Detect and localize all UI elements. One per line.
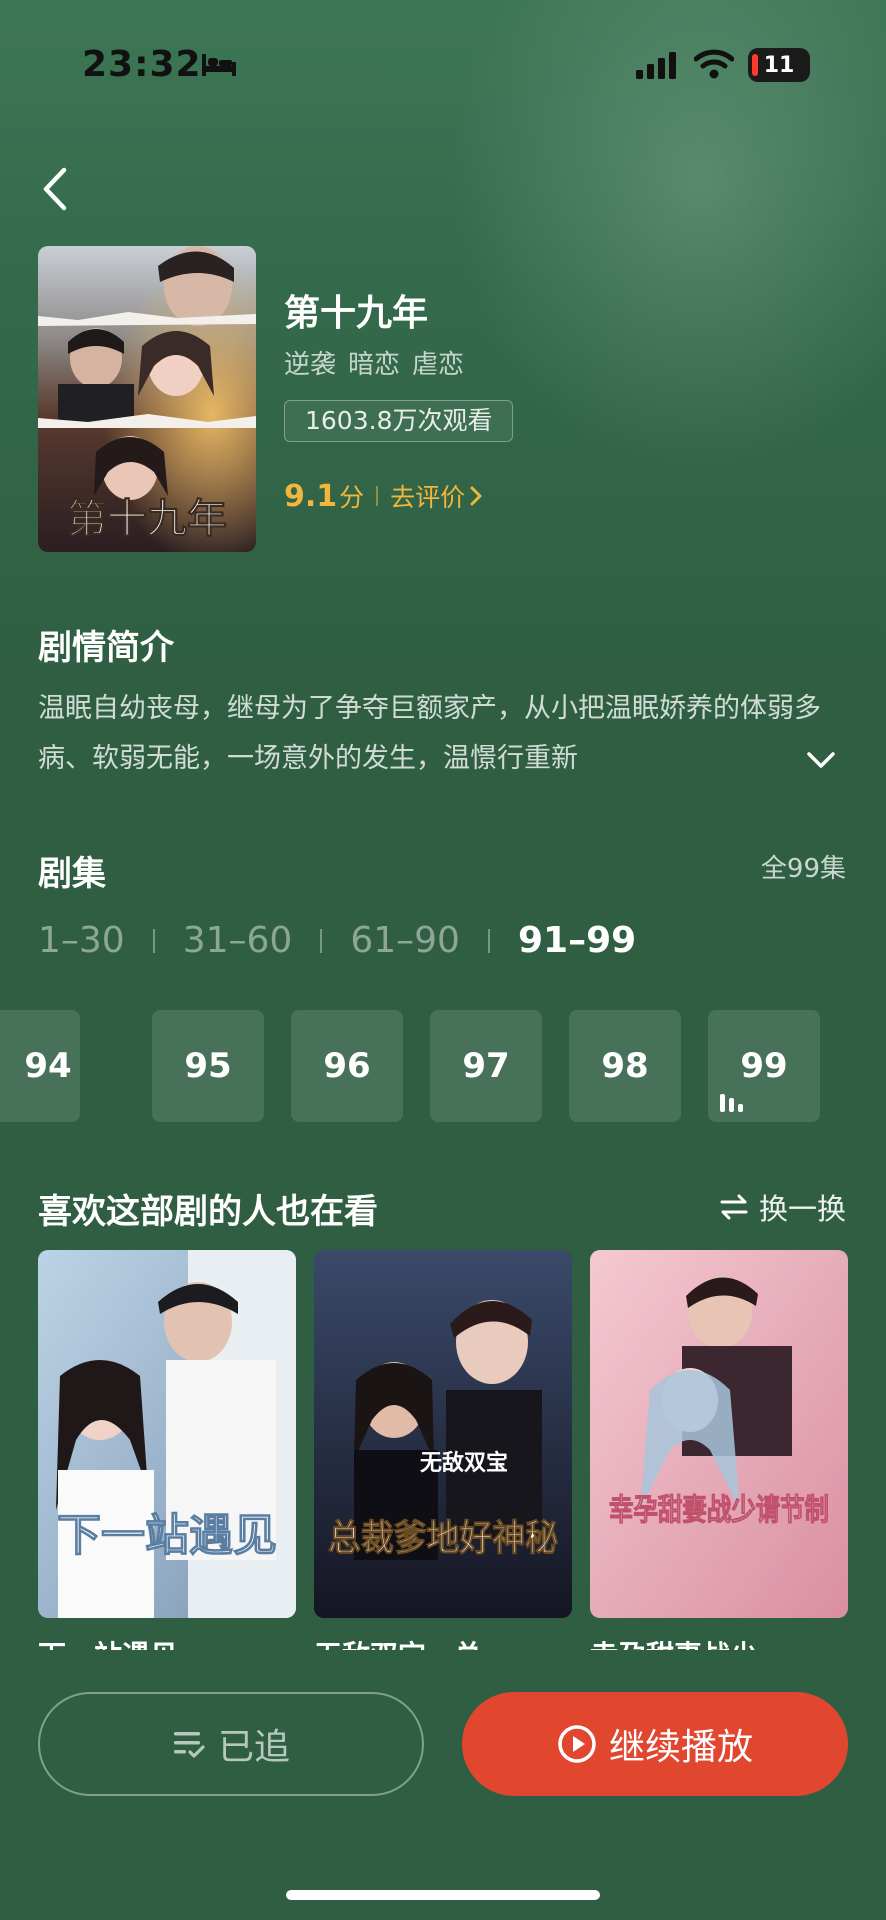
continue-play-button[interactable]: 继续播放 bbox=[462, 1692, 848, 1796]
home-indicator[interactable] bbox=[286, 1890, 600, 1900]
follow-label: 已追 bbox=[217, 1727, 290, 1768]
episode-button[interactable]: 98 bbox=[569, 1010, 681, 1122]
back-icon[interactable] bbox=[36, 162, 76, 216]
recommend-poster: 无敌双宝 总裁爹地好神秘 bbox=[314, 1250, 572, 1618]
episode-button[interactable]: 97 bbox=[430, 1010, 542, 1122]
episode-number: 99 bbox=[740, 1046, 788, 1086]
episode-range-tabs: 1–30 31–60 61–90 91–99 bbox=[38, 920, 636, 961]
episode-total[interactable]: 全99集 bbox=[761, 848, 846, 885]
tag[interactable]: 暗恋 bbox=[348, 344, 400, 381]
status-time: 23:32 bbox=[82, 44, 202, 85]
divider bbox=[152, 928, 155, 953]
battery-level bbox=[752, 54, 758, 76]
cellular-signal-icon bbox=[636, 52, 676, 79]
recommend-card[interactable]: 幸孕甜妻战少请节制 幸孕甜妻战少… bbox=[590, 1250, 848, 1674]
tag[interactable]: 逆袭 bbox=[284, 344, 336, 381]
recommend-poster: 幸孕甜妻战少请节制 bbox=[590, 1250, 848, 1618]
battery-percent: 11 bbox=[763, 52, 795, 78]
episode-list[interactable]: 94 95 96 97 98 99 bbox=[0, 1010, 886, 1122]
recommend-poster: 下一站遇见 bbox=[38, 1250, 296, 1618]
episode-button-playing[interactable]: 99 bbox=[708, 1010, 820, 1122]
swap-icon bbox=[720, 1194, 748, 1220]
synopsis-title: 剧情简介 bbox=[38, 628, 174, 668]
episode-button[interactable]: 96 bbox=[291, 1010, 403, 1122]
chevron-down-icon[interactable] bbox=[806, 748, 836, 772]
status-bar: 23:32 11 bbox=[0, 0, 886, 130]
tab-range-91-99[interactable]: 91–99 bbox=[518, 920, 636, 961]
rate-label: 去评价 bbox=[390, 483, 466, 512]
episode-button[interactable]: 94 bbox=[0, 1010, 80, 1122]
poster-title: 下一站遇见 bbox=[57, 1510, 277, 1561]
chevron-right-icon bbox=[470, 486, 482, 506]
views-badge: 1603.8万次观看 bbox=[284, 400, 514, 442]
tab-range-1-30[interactable]: 1–30 bbox=[38, 920, 125, 961]
episode-button[interactable]: 95 bbox=[152, 1010, 264, 1122]
battery-indicator: 11 bbox=[748, 48, 810, 82]
divider bbox=[320, 928, 323, 953]
list-check-icon bbox=[173, 1732, 205, 1758]
episodes-title: 剧集 bbox=[38, 854, 106, 894]
recommend-card[interactable]: 下一站遇见 下一站遇见 bbox=[38, 1250, 296, 1674]
poster-title: 第十九年 bbox=[67, 495, 227, 542]
play-label: 继续播放 bbox=[608, 1727, 753, 1768]
play-circle-icon bbox=[558, 1725, 596, 1763]
sleep-focus-icon bbox=[202, 54, 236, 76]
divider bbox=[487, 928, 490, 953]
show-poster[interactable]: 第十九年 bbox=[38, 246, 256, 552]
poster-image: 第十九年 bbox=[38, 246, 256, 552]
poster-title: 总裁爹地好神秘 bbox=[328, 1517, 558, 1559]
tag[interactable]: 虐恋 bbox=[412, 344, 464, 381]
divider bbox=[376, 486, 379, 506]
recommend-title: 喜欢这部剧的人也在看 bbox=[38, 1192, 378, 1232]
episode-number: 94 bbox=[24, 1046, 72, 1086]
now-playing-icon bbox=[720, 1094, 743, 1112]
shuffle-button[interactable]: 换一换 bbox=[719, 1186, 846, 1228]
synopsis-text[interactable]: 温眠自幼丧母，继母为了争夺巨额家产，从小把温眠娇养的体弱多病、软弱无能，一场意外… bbox=[38, 684, 828, 784]
rating-row: 9.1 分 去评价 bbox=[284, 478, 483, 514]
rate-button[interactable]: 去评价 bbox=[390, 478, 483, 514]
tag-list: 逆袭 暗恋 虐恋 bbox=[284, 344, 464, 381]
rating-score: 9.1 bbox=[284, 479, 338, 514]
shuffle-label: 换一换 bbox=[758, 1192, 846, 1226]
show-title: 第十九年 bbox=[284, 293, 429, 334]
tab-range-31-60[interactable]: 31–60 bbox=[183, 920, 293, 961]
poster-subtitle: 无敌双宝 bbox=[420, 1450, 508, 1476]
follow-button[interactable]: 已追 bbox=[38, 1692, 424, 1796]
recommend-card[interactable]: 无敌双宝 总裁爹地好神秘 无敌双宝，总… bbox=[314, 1250, 572, 1674]
poster-title: 幸孕甜妻战少请节制 bbox=[609, 1493, 829, 1528]
rating-unit: 分 bbox=[339, 483, 365, 512]
wifi-icon bbox=[694, 49, 734, 79]
tab-range-61-90[interactable]: 61–90 bbox=[350, 920, 460, 961]
